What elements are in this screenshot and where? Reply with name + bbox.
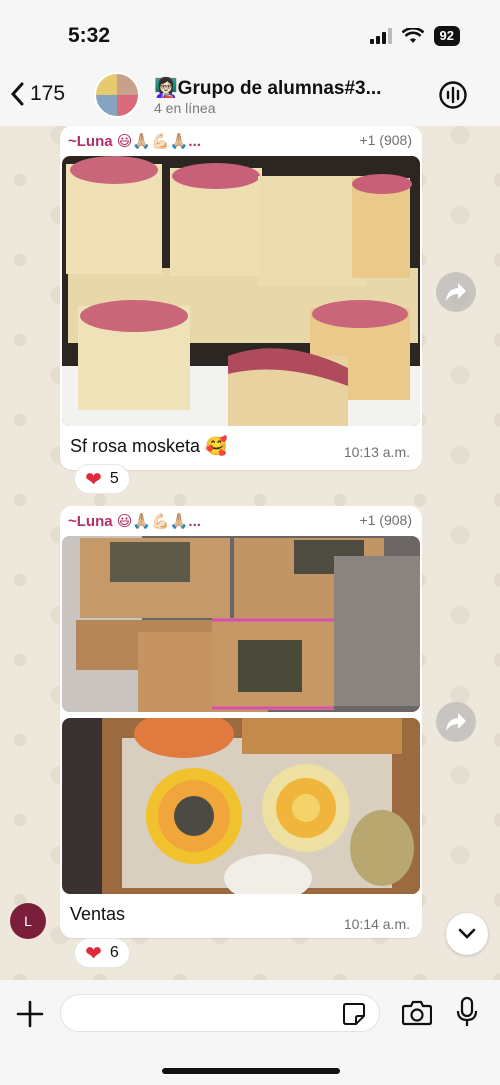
message-time: 10:13 a.m. (343, 444, 410, 460)
forward-icon (446, 713, 466, 731)
wifi-icon (401, 28, 424, 43)
reaction-count: 6 (109, 944, 119, 961)
status-icons: 92 (369, 26, 460, 46)
sunflower-soap (146, 768, 242, 864)
attach-button[interactable] (16, 1000, 44, 1033)
message-bubble[interactable]: ~Luna 😃🙏🏼💪🏻🙏🏼... +1 (908) Ventas 10:14 a… (60, 506, 422, 938)
chat-title[interactable]: 👩🏻‍🏫Grupo de alumnas#3... (154, 76, 381, 100)
gift-boxes-photo[interactable] (62, 536, 420, 712)
microphone-icon (456, 996, 478, 1026)
chevron-down-icon (458, 928, 476, 939)
voice-chat-button[interactable] (438, 80, 468, 115)
message-input[interactable] (60, 994, 380, 1032)
camera-button[interactable] (401, 1000, 433, 1031)
unread-count: 175 (30, 82, 66, 105)
heart-icon: ❤ (85, 468, 102, 491)
back-button[interactable]: 175 (10, 82, 65, 106)
status-bar: 5:32 92 (0, 0, 500, 70)
audio-wave-icon (439, 81, 467, 109)
forward-icon (446, 283, 466, 301)
sender-phone: +1 (908) (359, 132, 412, 148)
reaction-badge[interactable]: ❤ 5 (74, 464, 130, 494)
battery-indicator: 92 (433, 26, 460, 46)
sticker-button[interactable] (342, 1002, 366, 1031)
chevron-left-icon (10, 82, 24, 106)
chat-header: 175 👩🏻‍🏫Grupo de alumnas#3... 4 en línea (0, 70, 500, 126)
flower-soaps-image (62, 718, 420, 894)
status-time: 5:32 (68, 24, 111, 47)
soap-photo[interactable] (62, 156, 420, 426)
online-status: 4 en línea (154, 100, 216, 116)
sender-row: ~Luna 😃🙏🏼💪🏻🙏🏼... +1 (908) (60, 506, 422, 536)
scroll-down-button[interactable] (446, 913, 488, 955)
microphone-button[interactable] (455, 996, 479, 1033)
sender-name[interactable]: ~Luna 😃🙏🏼💪🏻🙏🏼... (68, 132, 201, 156)
reaction-count: 5 (109, 470, 119, 487)
sender-name[interactable]: ~Luna 😃🙏🏼💪🏻🙏🏼... (68, 512, 201, 536)
teacher-emoji-icon: 👩🏻‍🏫 (154, 78, 178, 99)
camera-icon (401, 1000, 433, 1026)
sender-phone: +1 (908) (359, 512, 412, 528)
forward-button[interactable] (436, 272, 476, 312)
heart-icon: ❤ (85, 942, 102, 965)
sender-avatar[interactable]: L (10, 903, 46, 939)
composer-bar (0, 980, 500, 1085)
reaction-badge[interactable]: ❤ 6 (74, 938, 130, 968)
message-time: 10:14 a.m. (343, 916, 410, 932)
soap-bars-image (62, 156, 420, 426)
flower-soaps-photo[interactable] (62, 718, 420, 894)
sticker-icon (343, 1003, 365, 1025)
sender-row: ~Luna 😃🙏🏼💪🏻🙏🏼... +1 (908) (60, 126, 422, 156)
message-bubble[interactable]: ~Luna 😃🙏🏼💪🏻🙏🏼... +1 (908) Sf rosa mosket… (60, 126, 422, 470)
home-indicator (162, 1068, 340, 1074)
group-avatar[interactable] (94, 72, 140, 118)
gift-boxes-image (62, 536, 420, 712)
signal-icon (369, 28, 392, 44)
forward-button[interactable] (436, 702, 476, 742)
plus-icon (16, 1000, 44, 1028)
